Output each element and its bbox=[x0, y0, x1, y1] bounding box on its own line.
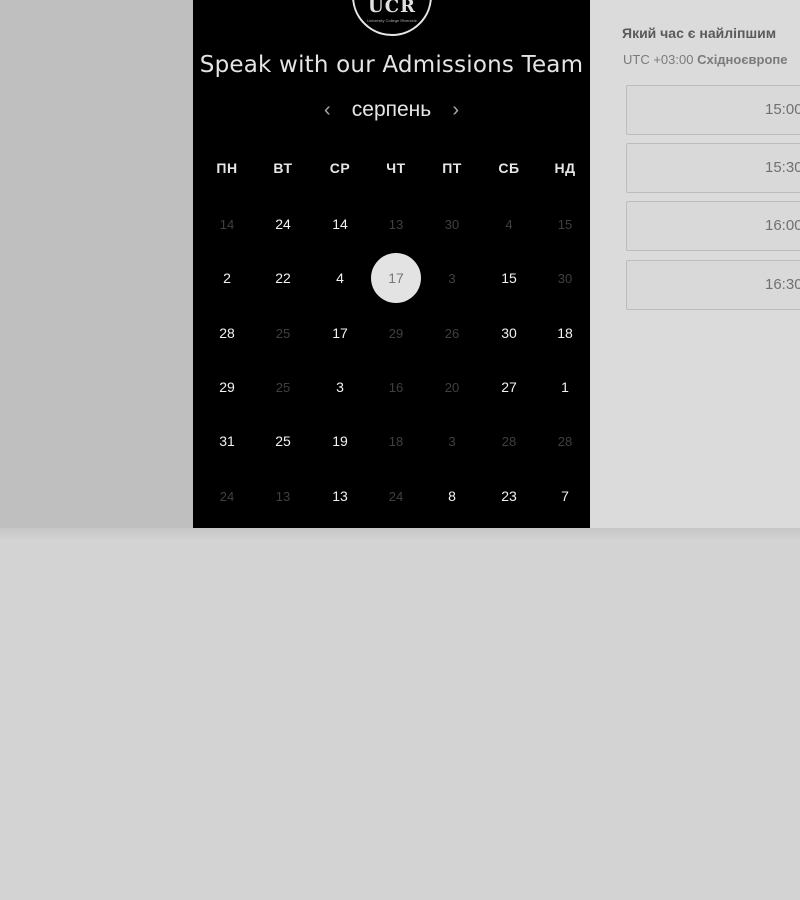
calendar-day-unavailable: 28 bbox=[557, 433, 573, 449]
weekday-label: ЧТ bbox=[386, 160, 406, 176]
calendar-day-label: 17 bbox=[388, 270, 404, 286]
calendar-day-unavailable: 13 bbox=[275, 488, 291, 504]
calendar-day[interactable]: 27 bbox=[484, 362, 534, 412]
calendar-day-unavailable: 15 bbox=[557, 216, 573, 232]
timezone-offset: UTC +03:00 bbox=[623, 52, 694, 67]
calendar-day-unavailable: 30 bbox=[444, 216, 460, 232]
calendar-day[interactable]: 19 bbox=[315, 416, 365, 466]
time-slot-button[interactable]: 16:00 bbox=[626, 201, 800, 251]
calendar-day-unavailable: 30 bbox=[557, 270, 573, 286]
time-slot-label: 16:00 bbox=[765, 217, 800, 234]
calendar-day-unavailable: 4 bbox=[505, 216, 513, 232]
time-slot-label: 16:30 bbox=[765, 276, 800, 293]
calendar-day[interactable]: 15 bbox=[484, 253, 534, 303]
calendar-day-unavailable: 25 bbox=[275, 379, 291, 395]
time-slot-label: 15:00 bbox=[765, 101, 800, 118]
month-label: серпень bbox=[351, 98, 432, 121]
panel-shadow bbox=[0, 528, 800, 540]
calendar-day[interactable]: 1 bbox=[540, 362, 590, 412]
calendar-day-unavailable: 13 bbox=[388, 216, 404, 232]
calendar-day[interactable]: 14 bbox=[315, 199, 365, 249]
time-slot-label: 15:30 bbox=[765, 159, 800, 176]
calendar-day[interactable]: 25 bbox=[258, 416, 308, 466]
calendar-day-unavailable: 28 bbox=[501, 433, 517, 449]
time-question: Який час є найліпшим bbox=[622, 25, 777, 41]
calendar-day-unavailable: 16 bbox=[388, 379, 404, 395]
weekday-label: СБ bbox=[498, 160, 520, 176]
calendar-day[interactable]: 29 bbox=[202, 362, 252, 412]
calendar-day[interactable]: 23 bbox=[484, 471, 534, 521]
calendar-day[interactable]: 22 bbox=[258, 253, 308, 303]
calendar-week-row: 24 13 13 24 8 23 7 bbox=[193, 0, 590, 504]
time-slots-panel: Який час є найліпшим UTC +03:00 Східноєв… bbox=[590, 0, 800, 534]
calendar-day-unavailable: 24 bbox=[219, 488, 235, 504]
calendar-day[interactable]: 4 bbox=[315, 253, 365, 303]
timezone-label: UTC +03:00 Східноєвропе bbox=[623, 52, 788, 67]
calendar-day-unavailable: 25 bbox=[275, 325, 291, 341]
calendar-day[interactable]: 2 bbox=[202, 253, 252, 303]
calendar-day[interactable]: 30 bbox=[484, 308, 534, 358]
month-navigator: ‹ серпень › bbox=[193, 98, 590, 122]
weekday-header: ПН ВТ СР ЧТ ПТ СБ НД bbox=[193, 155, 590, 185]
calendar-day[interactable]: 17 bbox=[315, 308, 365, 358]
time-slot-button[interactable]: 15:00 bbox=[626, 85, 800, 135]
calendar-day-unavailable: 20 bbox=[444, 379, 460, 395]
chevron-left-icon[interactable]: ‹ bbox=[317, 99, 337, 122]
calendar-day-unavailable: 24 bbox=[388, 488, 404, 504]
calendar-day-unavailable: 26 bbox=[444, 325, 460, 341]
calendar-day[interactable]: 7 bbox=[540, 471, 590, 521]
weekday-label: ВТ bbox=[273, 160, 293, 176]
weekday-label: ПН bbox=[216, 160, 238, 176]
calendar-day[interactable]: 8 bbox=[427, 471, 477, 521]
calendar-day[interactable]: 13 bbox=[315, 471, 365, 521]
calendar-day-unavailable: 18 bbox=[388, 433, 404, 449]
calendar-day-unavailable: 14 bbox=[219, 216, 235, 232]
calendar-day[interactable]: 28 bbox=[202, 308, 252, 358]
weekday-label: НД bbox=[554, 160, 576, 176]
timezone-name: Східноєвропе bbox=[697, 52, 788, 67]
calendar-day-unavailable: 3 bbox=[448, 433, 456, 449]
calendar-day-unavailable: 29 bbox=[388, 325, 404, 341]
calendar-day[interactable]: 3 bbox=[315, 362, 365, 412]
time-slot-button[interactable]: 15:30 bbox=[626, 143, 800, 193]
calendar-day[interactable]: 31 bbox=[202, 416, 252, 466]
weekday-label: СР bbox=[329, 160, 351, 176]
background-left-area bbox=[0, 0, 193, 534]
chevron-right-icon[interactable]: › bbox=[446, 99, 466, 122]
time-slot-button[interactable]: 16:30 bbox=[626, 260, 800, 310]
page-title: Speak with our Admissions Team bbox=[199, 52, 584, 78]
weekday-label: ПТ bbox=[442, 160, 462, 176]
calendar-panel: UCR University College Riverside Speak w… bbox=[193, 0, 590, 534]
calendar-day[interactable]: 18 bbox=[540, 308, 590, 358]
calendar-day-selected[interactable]: 17 bbox=[371, 253, 421, 303]
calendar-day[interactable]: 24 bbox=[258, 199, 308, 249]
calendar-day-unavailable: 3 bbox=[448, 270, 456, 286]
